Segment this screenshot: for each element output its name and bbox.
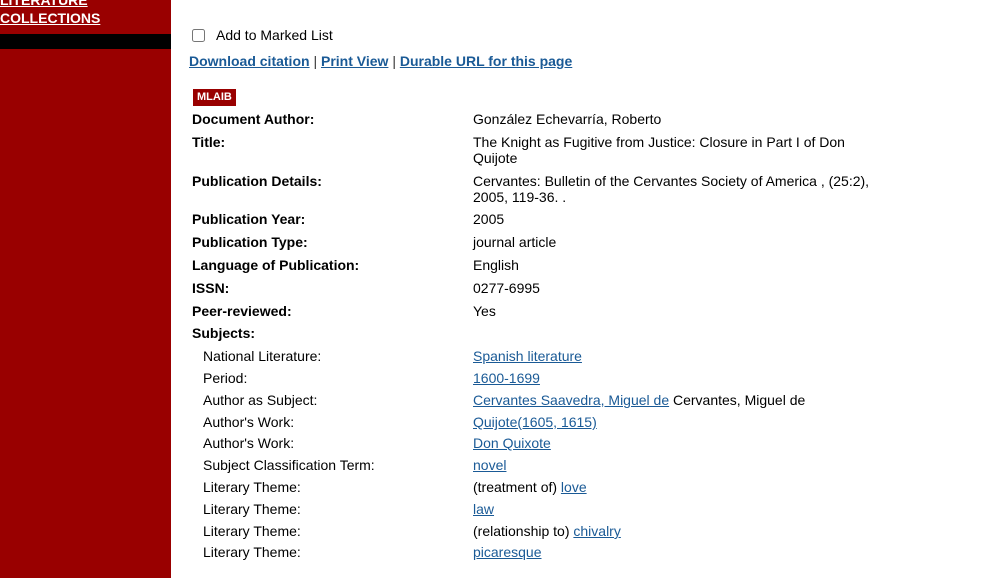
subject-label: Literary Theme: xyxy=(203,544,301,560)
peer-reviewed-label: Peer-reviewed: xyxy=(192,303,292,319)
subject-value: picaresque xyxy=(473,544,542,560)
subject-label: Literary Theme: xyxy=(203,523,301,539)
subject-value: Cervantes Saavedra, Miguel de Cervantes,… xyxy=(473,392,805,408)
durable-url-link[interactable]: Durable URL for this page xyxy=(400,53,572,69)
language-label: Language of Publication: xyxy=(192,257,360,273)
subject-value: law xyxy=(473,501,494,517)
subject-link-novel[interactable]: novel xyxy=(473,457,506,473)
sidebar-link-literature[interactable]: LITERATURE xyxy=(0,0,88,8)
subject-link-picaresque[interactable]: picaresque xyxy=(473,544,542,560)
subject-link-law[interactable]: law xyxy=(473,501,494,517)
subject-label: National Literature: xyxy=(203,348,322,364)
publication-type-value: journal article xyxy=(473,234,557,250)
publication-year-label: Publication Year: xyxy=(192,211,306,227)
subject-prefix: (relationship to) xyxy=(473,523,574,539)
subject-link-love[interactable]: love xyxy=(561,479,587,495)
subject-suffix: Cervantes, Miguel de xyxy=(669,392,806,408)
publication-type-label: Publication Type: xyxy=(192,234,308,250)
subject-link-author[interactable]: Cervantes Saavedra, Miguel de xyxy=(473,392,669,408)
record-tools-links: Download citation | Print View | Durable… xyxy=(189,53,572,69)
author-label: Document Author: xyxy=(192,111,315,127)
marked-list-row: Add to Marked List xyxy=(192,26,333,44)
subject-value: Don Quixote xyxy=(473,435,551,451)
marked-list-label[interactable]: Add to Marked List xyxy=(216,27,333,43)
title-value: The Knight as Fugitive from Justice: Clo… xyxy=(473,134,845,166)
issn-label: ISSN: xyxy=(192,280,230,296)
publication-year-value: 2005 xyxy=(473,211,505,227)
subject-label: Author as Subject: xyxy=(203,392,318,408)
language-value: English xyxy=(473,257,519,273)
subject-label: Author's Work: xyxy=(203,435,295,451)
publication-details-value: Cervantes: Bulletin of the Cervantes Soc… xyxy=(473,173,870,205)
subject-value: (treatment of) love xyxy=(473,479,587,495)
subject-link-spanish-literature[interactable]: Spanish literature xyxy=(473,348,582,364)
subject-value: 1600-1699 xyxy=(473,370,540,386)
download-citation-link[interactable]: Download citation xyxy=(189,53,310,69)
subject-value: (relationship to) chivalry xyxy=(473,523,621,539)
subject-link-quijote[interactable]: Quijote(1605, 1615) xyxy=(473,414,597,430)
subject-label: Period: xyxy=(203,370,248,386)
title-label: Title: xyxy=(192,134,226,150)
subject-label: Literary Theme: xyxy=(203,501,301,517)
issn-value: 0277-6995 xyxy=(473,280,540,296)
subject-label: Author's Work: xyxy=(203,414,295,430)
print-view-link[interactable]: Print View xyxy=(321,53,388,69)
subject-value: novel xyxy=(473,457,506,473)
left-sidebar: LITERATURE COLLECTIONS xyxy=(0,0,171,578)
subject-value: Quijote(1605, 1615) xyxy=(473,414,597,430)
peer-reviewed-value: Yes xyxy=(473,303,496,319)
publication-details-label: Publication Details: xyxy=(192,173,322,189)
subject-link-don-quixote[interactable]: Don Quixote xyxy=(473,435,551,451)
subjects-label: Subjects: xyxy=(192,325,256,341)
subject-link-period[interactable]: 1600-1699 xyxy=(473,370,540,386)
link-separator: | xyxy=(313,53,318,69)
source-badge: MLAIB xyxy=(193,89,236,106)
link-separator: | xyxy=(392,53,396,69)
subject-label: Subject Classification Term: xyxy=(203,457,375,473)
author-value: González Echevarría, Roberto xyxy=(473,111,662,127)
subject-label: Literary Theme: xyxy=(203,479,301,495)
subject-link-chivalry[interactable]: chivalry xyxy=(573,523,620,539)
sidebar-link-collections[interactable]: COLLECTIONS xyxy=(0,10,100,26)
subject-prefix: (treatment of) xyxy=(473,479,561,495)
subject-value: Spanish literature xyxy=(473,348,582,364)
marked-list-checkbox[interactable] xyxy=(192,28,205,42)
sidebar-divider-bar xyxy=(0,34,171,49)
